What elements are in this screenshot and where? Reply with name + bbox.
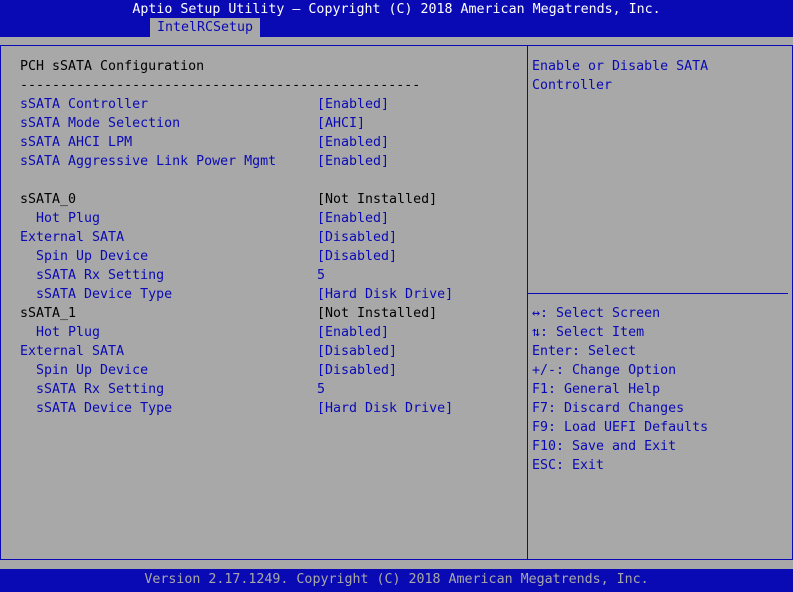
setting-value-ssata-rx-setting-0[interactable]: 5 bbox=[317, 266, 325, 285]
setting-value-ssata-mode-selection[interactable]: [AHCI] bbox=[317, 114, 365, 133]
setting-value-ssata-device-type-1[interactable]: [Hard Disk Drive] bbox=[317, 399, 453, 418]
app-title: Aptio Setup Utility – Copyright (C) 2018… bbox=[132, 2, 661, 17]
port-status-ssata-1: [Not Installed] bbox=[317, 306, 438, 321]
key-hint-load-defaults: F9: Load UEFI Defaults bbox=[532, 420, 709, 435]
setting-label-hot-plug-1[interactable]: Hot Plug bbox=[36, 323, 100, 342]
help-divider-horizontal bbox=[528, 293, 788, 294]
key-hint-general-help: F1: General Help bbox=[532, 382, 661, 397]
key-hint-select-item: ⇅: Select Item bbox=[532, 325, 645, 340]
setting-value-ssata-rx-setting-1[interactable]: 5 bbox=[317, 380, 325, 399]
panel-divider-vertical bbox=[527, 45, 528, 559]
port-label-ssata-1: sSATA_1 bbox=[20, 306, 77, 321]
setting-value-external-sata-0[interactable]: [Disabled] bbox=[317, 228, 397, 247]
setting-label-ssata-device-type-1[interactable]: sSATA Device Type bbox=[36, 399, 172, 418]
setting-label-ssata-rx-setting-1[interactable]: sSATA Rx Setting bbox=[36, 380, 164, 399]
setting-label-external-sata-1[interactable]: External SATA bbox=[20, 342, 124, 361]
key-hint-exit: ESC: Exit bbox=[532, 458, 605, 473]
setting-label-ssata-ahci-lpm[interactable]: sSATA AHCI LPM bbox=[20, 133, 132, 152]
setting-value-ssata-ahci-lpm[interactable]: [Enabled] bbox=[317, 133, 389, 152]
tab-intelrcsetup[interactable]: IntelRCSetup bbox=[150, 18, 260, 37]
help-text-line-2: Controller bbox=[532, 78, 613, 93]
setting-label-spin-up-device-0[interactable]: Spin Up Device bbox=[36, 247, 148, 266]
setting-label-hot-plug-0[interactable]: Hot Plug bbox=[36, 209, 100, 228]
setting-value-spin-up-device-1[interactable]: [Disabled] bbox=[317, 361, 397, 380]
setting-value-hot-plug-1[interactable]: [Enabled] bbox=[317, 323, 389, 342]
key-hint-select-screen: ↔: Select Screen bbox=[532, 306, 661, 321]
setting-label-ssata-device-type-0[interactable]: sSATA Device Type bbox=[36, 285, 172, 304]
setting-label-spin-up-device-1[interactable]: Spin Up Device bbox=[36, 361, 148, 380]
port-label-ssata-0: sSATA_0 bbox=[20, 192, 77, 207]
footer-version-text: Version 2.17.1249. Copyright (C) 2018 Am… bbox=[144, 572, 649, 587]
help-text-line-1: Enable or Disable SATA bbox=[532, 59, 709, 74]
key-hint-change-option: +/-: Change Option bbox=[532, 363, 677, 378]
setting-label-external-sata-0[interactable]: External SATA bbox=[20, 228, 124, 247]
setting-label-ssata-rx-setting-0[interactable]: sSATA Rx Setting bbox=[36, 266, 164, 285]
setting-value-ssata-device-type-0[interactable]: [Hard Disk Drive] bbox=[317, 285, 453, 304]
page-title: PCH sSATA Configuration bbox=[20, 59, 205, 74]
footer-bar: Version 2.17.1249. Copyright (C) 2018 Am… bbox=[0, 569, 793, 592]
title-separator: ----------------------------------------… bbox=[20, 78, 421, 93]
key-hint-enter-select: Enter: Select bbox=[532, 344, 637, 359]
key-hint-discard-changes: F7: Discard Changes bbox=[532, 401, 685, 416]
setting-label-ssata-controller[interactable]: sSATA Controller bbox=[20, 95, 148, 114]
header-bar: Aptio Setup Utility – Copyright (C) 2018… bbox=[0, 0, 793, 37]
setting-value-spin-up-device-0[interactable]: [Disabled] bbox=[317, 247, 397, 266]
setting-value-ssata-aggressive-link-power[interactable]: [Enabled] bbox=[317, 152, 389, 171]
setting-label-ssata-aggressive-link-power[interactable]: sSATA Aggressive Link Power Mgmt bbox=[20, 152, 276, 171]
setting-value-ssata-controller[interactable]: [Enabled] bbox=[317, 95, 389, 114]
setting-value-external-sata-1[interactable]: [Disabled] bbox=[317, 342, 397, 361]
port-status-ssata-0: [Not Installed] bbox=[317, 192, 438, 207]
key-hint-save-exit: F10: Save and Exit bbox=[532, 439, 677, 454]
setting-value-hot-plug-0[interactable]: [Enabled] bbox=[317, 209, 389, 228]
setting-label-ssata-mode-selection[interactable]: sSATA Mode Selection bbox=[20, 114, 180, 133]
